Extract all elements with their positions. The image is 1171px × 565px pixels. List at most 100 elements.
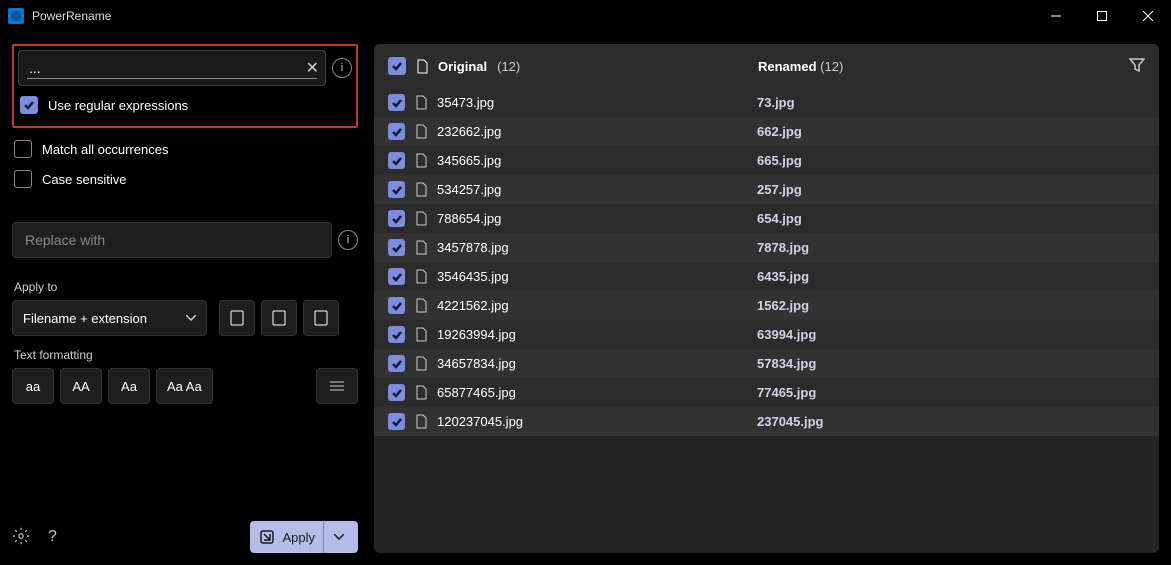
row-checkbox[interactable] — [388, 181, 405, 198]
row-checkbox[interactable] — [388, 326, 405, 343]
original-count: (12) — [497, 59, 520, 74]
fmt-lowercase-button[interactable]: aa — [12, 368, 54, 404]
window-title: PowerRename — [32, 9, 111, 23]
file-icon — [415, 414, 427, 429]
apply-button[interactable]: Apply — [250, 521, 358, 553]
row-checkbox[interactable] — [388, 384, 405, 401]
file-icon — [415, 124, 427, 139]
row-checkbox[interactable] — [388, 152, 405, 169]
table-row[interactable]: 19263994.jpg 63994.jpg — [374, 320, 1159, 349]
file-icon — [415, 182, 427, 197]
file-icon — [415, 298, 427, 313]
clear-search-icon[interactable]: ✕ — [306, 58, 319, 78]
cell-original: 345665.jpg — [437, 153, 747, 168]
case-sensitive-option[interactable]: Case sensitive — [14, 170, 356, 188]
match-all-checkbox[interactable] — [14, 140, 32, 158]
match-all-option[interactable]: Match all occurrences — [14, 140, 356, 158]
file-icon — [415, 385, 427, 400]
close-button[interactable] — [1125, 0, 1171, 32]
settings-icon[interactable] — [12, 527, 30, 548]
row-checkbox[interactable] — [388, 268, 405, 285]
highlight-region: ✕ i Use regular expressions — [12, 44, 358, 128]
cell-original: 120237045.jpg — [437, 414, 747, 429]
case-sensitive-checkbox[interactable] — [14, 170, 32, 188]
apply-dropdown-icon[interactable] — [323, 521, 344, 553]
table-row[interactable]: 120237045.jpg 237045.jpg — [374, 407, 1159, 436]
cell-original: 65877465.jpg — [437, 385, 747, 400]
apply-to-label: Apply to — [14, 280, 358, 294]
match-all-label: Match all occurrences — [42, 142, 168, 157]
cell-renamed: 73.jpg — [757, 95, 1145, 110]
cell-renamed: 57834.jpg — [757, 356, 1145, 371]
row-checkbox[interactable] — [388, 94, 405, 111]
chevron-down-icon — [186, 315, 196, 321]
titlebar: PowerRename — [0, 0, 1171, 32]
use-regex-label: Use regular expressions — [48, 98, 188, 113]
table-row[interactable]: 65877465.jpg 77465.jpg — [374, 378, 1159, 407]
search-info-icon[interactable]: i — [332, 58, 352, 78]
row-checkbox[interactable] — [388, 210, 405, 227]
cell-renamed: 77465.jpg — [757, 385, 1145, 400]
use-regex-option[interactable]: Use regular expressions — [20, 96, 350, 114]
cell-original: 534257.jpg — [437, 182, 747, 197]
file-icon — [415, 356, 427, 371]
renamed-count: (12) — [820, 59, 843, 74]
table-row[interactable]: 788654.jpg654.jpg — [374, 204, 1159, 233]
cell-renamed: 237045.jpg — [757, 414, 1145, 429]
cell-original: 34657834.jpg — [437, 356, 747, 371]
file-icon — [416, 59, 428, 74]
replace-input[interactable]: Replace with — [12, 222, 332, 258]
table-row[interactable]: 232662.jpg 662.jpg — [374, 117, 1159, 146]
text-formatting-label: Text formatting — [14, 348, 358, 362]
row-checkbox[interactable] — [388, 239, 405, 256]
table-row[interactable]: 3546435.jpg6435.jpg — [374, 262, 1159, 291]
left-panel: ✕ i Use regular expressions Match all oc… — [0, 32, 370, 565]
include-subfolders-button[interactable] — [303, 300, 339, 336]
file-icon — [415, 327, 427, 342]
include-files-button[interactable] — [219, 300, 255, 336]
right-panel: Original (12) Renamed (12) 35473.jpg73.j… — [370, 32, 1171, 565]
enumerate-button[interactable] — [316, 368, 358, 404]
replace-info-icon[interactable]: i — [338, 230, 358, 250]
cell-original: 4221562.jpg — [437, 298, 747, 313]
include-folders-button[interactable] — [261, 300, 297, 336]
file-table: Original (12) Renamed (12) 35473.jpg73.j… — [374, 44, 1159, 553]
help-icon[interactable]: ? — [48, 528, 57, 546]
cell-renamed: 63994.jpg — [757, 327, 1145, 342]
search-input[interactable] — [29, 60, 291, 76]
fmt-titlecase-button[interactable]: Aa — [108, 368, 150, 404]
apply-to-dropdown[interactable]: Filename + extension — [12, 300, 207, 336]
fmt-capitalize-each-button[interactable]: Aa Aa — [156, 368, 213, 404]
table-row[interactable]: 35473.jpg 73.jpg — [374, 88, 1159, 117]
cell-original: 35473.jpg — [437, 95, 747, 110]
row-checkbox[interactable] — [388, 413, 405, 430]
cell-renamed: 257.jpg — [757, 182, 1145, 197]
maximize-button[interactable] — [1079, 0, 1125, 32]
table-row[interactable]: 34657834.jpg 57834.jpg — [374, 349, 1159, 378]
renamed-header: Renamed — [758, 59, 817, 74]
cell-renamed: 1562.jpg — [757, 298, 1145, 313]
filter-icon[interactable] — [1129, 57, 1145, 76]
row-checkbox[interactable] — [388, 355, 405, 372]
cell-original: 19263994.jpg — [437, 327, 747, 342]
table-row[interactable]: 534257.jpg 257.jpg — [374, 175, 1159, 204]
cell-original: 3546435.jpg — [437, 269, 747, 284]
cell-renamed: 662.jpg — [757, 124, 1145, 139]
search-input-container[interactable]: ✕ — [18, 50, 326, 86]
use-regex-checkbox[interactable] — [20, 96, 38, 114]
cell-renamed: 7878.jpg — [757, 240, 1145, 255]
file-icon — [415, 269, 427, 284]
apply-icon — [260, 530, 274, 544]
file-icon — [415, 153, 427, 168]
table-row[interactable]: 4221562.jpg 1562.jpg — [374, 291, 1159, 320]
cell-original: 232662.jpg — [437, 124, 747, 139]
table-row[interactable]: 3457878.jpg7878.jpg — [374, 233, 1159, 262]
cell-renamed: 654.jpg — [757, 211, 1145, 226]
cell-renamed: 665.jpg — [757, 153, 1145, 168]
table-row[interactable]: 345665.jpg 665.jpg — [374, 146, 1159, 175]
row-checkbox[interactable] — [388, 123, 405, 140]
row-checkbox[interactable] — [388, 297, 405, 314]
minimize-button[interactable] — [1033, 0, 1079, 32]
fmt-uppercase-button[interactable]: AA — [60, 368, 102, 404]
select-all-checkbox[interactable] — [388, 57, 406, 75]
